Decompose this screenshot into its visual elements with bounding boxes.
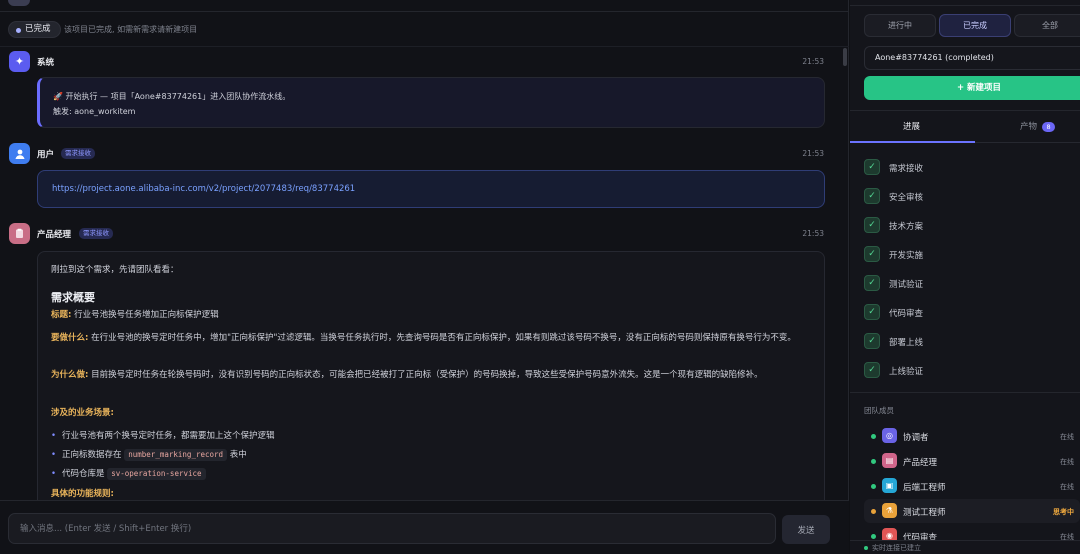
member-item[interactable]: ◉ 代码审查 在线 [864, 524, 1080, 540]
step-item: ✓ 需求接收 [864, 159, 1064, 177]
composer: 发送 [0, 500, 849, 554]
artifact-count-badge: 8 [1042, 122, 1056, 132]
check-icon: ✓ [864, 246, 880, 262]
online-dot [871, 484, 876, 489]
user-message: https://project.aone.alibaba-inc.com/v2/… [37, 170, 825, 208]
message-time: 21:53 [802, 229, 824, 238]
member-item[interactable]: ◎ 协调者 在线 [864, 424, 1080, 448]
check-icon: ✓ [864, 159, 880, 175]
summary-heading: 需求概要 [51, 291, 95, 304]
step-item: ✓ 部署上线 [864, 333, 1064, 351]
sender-name: 系统 [37, 58, 55, 68]
online-dot [871, 434, 876, 439]
list-item: • 代码仓库是 sv-operation-service [51, 467, 206, 480]
sender-name: 用户 [37, 150, 55, 160]
step-item: ✓ 代码审查 [864, 304, 1064, 322]
step-item: ✓ 技术方案 [864, 217, 1064, 235]
tab-progress[interactable]: 进展 [903, 120, 920, 132]
step-item: ✓ 安全审核 [864, 188, 1064, 206]
code-snippet: sv-operation-service [107, 468, 206, 480]
pm-intro: 刚拉到这个需求，先请团队看看： [51, 265, 179, 275]
connection-dot [864, 546, 868, 550]
connection-status: 实时连接已建立 [850, 540, 1080, 554]
message-time: 21:53 [802, 57, 824, 66]
step-item: ✓ 上线验证 [864, 362, 1064, 380]
check-icon: ✓ [864, 333, 880, 349]
message-time: 21:53 [802, 149, 824, 158]
check-icon: ✓ [864, 275, 880, 291]
online-dot [871, 459, 876, 464]
pm-message: 刚拉到这个需求，先请团队看看： 需求概要 标题: 行业号池换号任务增加正向标保护… [37, 251, 825, 511]
project-sidebar: 进行中 已完成 全部 Aone#83774261 (completed) ▾ +… [850, 0, 1080, 554]
send-button[interactable]: 发送 [782, 515, 830, 544]
filter-in-progress[interactable]: 进行中 [864, 14, 936, 37]
new-project-button[interactable]: + 新建项目 [864, 76, 1080, 100]
project-select[interactable]: Aone#83774261 (completed) ▾ [864, 46, 1080, 70]
active-tab-indicator [850, 141, 975, 143]
selected-project: Aone#83774261 (completed) [875, 53, 994, 62]
stage-tag: 需求接收 [79, 228, 113, 239]
requirement-link[interactable]: https://project.aone.alibaba-inc.com/v2/… [52, 184, 355, 194]
member-item[interactable]: ⚗ 测试工程师 思考中 [864, 499, 1080, 523]
top-bar [0, 0, 849, 12]
member-item[interactable]: ▤ 产品经理 在线 [864, 449, 1080, 473]
team-title: 团队成员 [864, 406, 894, 415]
summary-what: 要做什么: 在行业号池的换号定时任务中，增加"正向标保护"过滤逻辑。当换号任务执… [51, 333, 796, 343]
target-icon: ◎ [882, 428, 897, 443]
busy-dot [871, 509, 876, 514]
check-icon: ✓ [864, 362, 880, 378]
online-dot [871, 534, 876, 539]
check-icon: ✓ [864, 188, 880, 204]
step-item: ✓ 开发实施 [864, 246, 1064, 264]
user-avatar-icon [9, 143, 30, 164]
list-item: • 正向标数据存在 number_marking_record 表中 [51, 449, 247, 461]
code-snippet: number_marking_record [124, 449, 228, 461]
list-item: • 行业号池有两个换号定时任务，都需要加上这个保护逻辑 [51, 431, 275, 441]
check-icon: ✓ [864, 304, 880, 320]
check-icon: ✓ [864, 217, 880, 233]
message-header-user: 用户 需求接收 21:53 [9, 143, 827, 165]
project-avatar [8, 0, 30, 6]
summary-why: 为什么做: 目前换号定时任务在轮换号码时，没有识别号码的正向标状态，可能会把已经… [51, 370, 763, 380]
sender-name: 产品经理 [37, 230, 72, 240]
member-item[interactable]: ▣ 后端工程师 在线 [864, 474, 1080, 498]
system-message: 🚀 开始执行 — 项目「Aone#83774261」进入团队协作流水线。 触发:… [37, 77, 825, 128]
chat-panel: 已完成 该项目已完成, 如需新需求请新建项目 ✦ 系统 21:53 🚀 开始执行… [0, 0, 849, 554]
clipboard-icon [9, 223, 30, 244]
sparkle-icon: ✦ [9, 51, 30, 72]
message-input[interactable] [8, 513, 776, 544]
status-badge: 已完成 [8, 21, 61, 38]
step-item: ✓ 测试验证 [864, 275, 1064, 293]
status-row: 已完成 该项目已完成, 如需新需求请新建项目 [0, 13, 849, 47]
clipboard-icon: ▤ [882, 453, 897, 468]
stage-tag: 需求接收 [61, 148, 95, 159]
tab-artifacts[interactable]: 产物 8 [1020, 120, 1056, 132]
filter-completed[interactable]: 已完成 [939, 14, 1011, 37]
test-tube-icon: ⚗ [882, 503, 897, 518]
message-header-pm: 产品经理 需求接收 21:53 [9, 223, 827, 245]
filter-all[interactable]: 全部 [1014, 14, 1080, 37]
summary-title: 标题: 行业号池换号任务增加正向标保护逻辑 [51, 310, 219, 320]
sidebar-tabs: 进展 产物 8 [850, 110, 1080, 143]
divider [850, 392, 1080, 393]
chat-scrollbar[interactable] [843, 48, 847, 66]
message-header-system: ✦ 系统 21:53 [9, 51, 827, 73]
review-icon: ◉ [882, 528, 897, 540]
scenes-heading: 涉及的业务场景: [51, 408, 114, 418]
system-line-start: 🚀 开始执行 — 项目「Aone#83774261」进入团队协作流水线。 [53, 92, 291, 101]
sidebar-top-edge [850, 0, 1080, 6]
status-note: 该项目已完成, 如需新需求请新建项目 [64, 25, 198, 34]
monitor-icon: ▣ [882, 478, 897, 493]
system-line-trigger: 触发: aone_workitem [53, 107, 136, 116]
connection-text: 实时连接已建立 [872, 544, 921, 552]
